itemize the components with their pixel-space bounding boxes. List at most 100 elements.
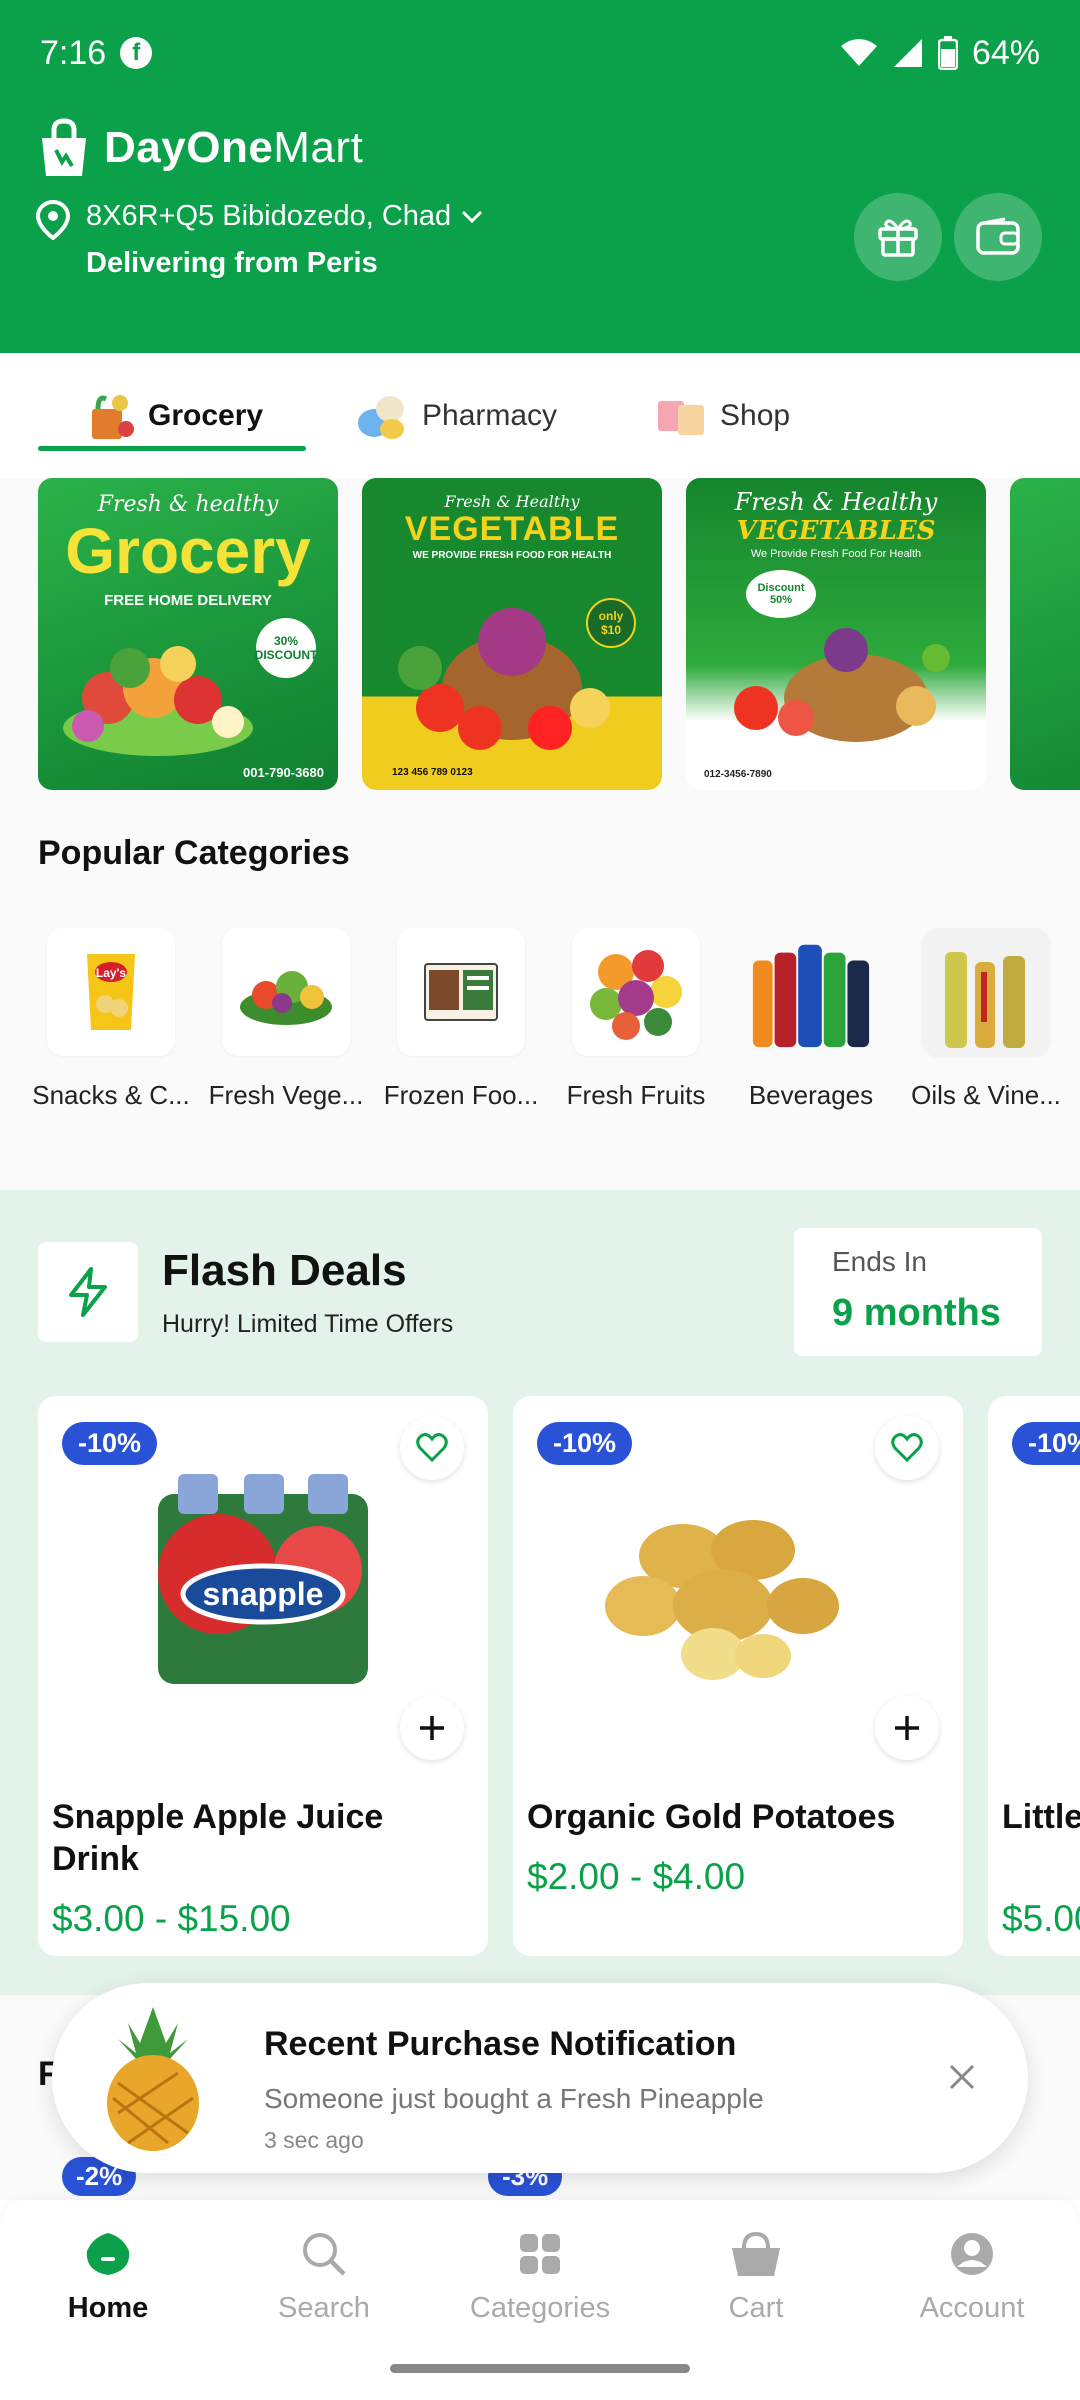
- product-name: Snapple Apple Juice Drink: [52, 1798, 384, 1878]
- category-fresh-fruits[interactable]: Fresh Fruits: [551, 928, 721, 1111]
- promo-banner-vegetable[interactable]: Fresh & Healthy VEGETABLE WE PROVIDE FRE…: [362, 478, 662, 790]
- product-card[interactable]: -10% Organic Gold Potatoes $2.00 - $4.00: [513, 1396, 963, 1956]
- pineapple-image: [107, 2007, 199, 2151]
- gesture-bar: [390, 2364, 690, 2373]
- flash-deals-title: Flash Deals: [162, 1246, 407, 1295]
- banner-sub: WE PROVIDE FRESH FOOD FOR HEALTH: [412, 550, 612, 561]
- nav-cart[interactable]: Cart: [656, 2224, 856, 2325]
- account-icon: [951, 2233, 993, 2275]
- category-oils-vinegar[interactable]: Oils & Vine...: [901, 928, 1071, 1111]
- product-card[interactable]: -10% Little Chip $5.00: [988, 1396, 1080, 1956]
- active-tab-indicator: [38, 446, 306, 451]
- tab-pharmacy-label: Pharmacy: [422, 399, 558, 432]
- banner-badge: only $10: [586, 598, 636, 648]
- countdown-box: Ends In 9 months: [794, 1228, 1042, 1356]
- nav-categories[interactable]: Categories: [440, 2224, 640, 2325]
- brand-name-bold: DayOne: [104, 123, 274, 172]
- chips-icon: Lay's: [87, 954, 135, 1030]
- tab-shop-label: Shop: [720, 399, 791, 432]
- banner-headline: Grocery: [65, 515, 311, 587]
- category-label: Fresh Vege...: [208, 1080, 364, 1110]
- tab-grocery-label: Grocery: [148, 399, 264, 432]
- banner-tagline: Fresh & Healthy: [734, 488, 938, 516]
- tab-pharmacy[interactable]: Pharmacy: [356, 383, 557, 449]
- category-snacks[interactable]: Lay's Snacks & C...: [26, 928, 196, 1111]
- location-pin-icon: [36, 200, 70, 240]
- favorite-button[interactable]: [400, 1416, 464, 1480]
- vegetable-basket-image: [63, 646, 253, 756]
- ends-in-label: Ends In: [832, 1246, 927, 1277]
- wallet-button[interactable]: [954, 193, 1042, 281]
- banner-phone: 123 456 789 0123: [392, 767, 473, 778]
- category-label: Fresh Fruits: [566, 1080, 706, 1110]
- promo-banner-grocery[interactable]: Fresh & healthy Grocery FREE HOME DELIVE…: [38, 478, 338, 790]
- close-notification-button[interactable]: [940, 2055, 984, 2099]
- banner-sub: We Provide Fresh Food For Health: [750, 548, 922, 560]
- nav-label: Cart: [728, 2292, 784, 2324]
- nav-home[interactable]: Home: [8, 2224, 208, 2325]
- battery-icon: [937, 36, 958, 70]
- gift-button[interactable]: [854, 193, 942, 281]
- promo-banner-vegetables[interactable]: Fresh & Healthy VEGETABLES We Provide Fr…: [686, 478, 986, 790]
- category-label: Frozen Foo...: [383, 1080, 539, 1110]
- notification-message: Someone just bought a Fresh Pineapple: [264, 2083, 764, 2114]
- nav-search[interactable]: Search: [224, 2224, 424, 2325]
- brand-name-light: Mart: [273, 123, 364, 172]
- vegetable-basket-image: [734, 628, 950, 742]
- product-price: $3.00 - $15.00: [52, 1898, 291, 1939]
- heart-icon: [416, 1433, 448, 1463]
- banner-phone: 012-3456-7890: [704, 769, 772, 780]
- recent-purchase-notification[interactable]: Recent Purchase Notification Someone jus…: [52, 1983, 1028, 2173]
- notification-time: 3 sec ago: [264, 2127, 364, 2153]
- banner-badge: 30% DISCOUNT: [255, 618, 317, 678]
- product-card[interactable]: -10% snapple Snapple Apple Juice Drink $…: [38, 1396, 488, 1956]
- flash-deals-section: Flash Deals Hurry! Limited Time Offers E…: [0, 1190, 1080, 1995]
- location-selector[interactable]: 8X6R+Q5 Bibidozedo, Chad Delivering from…: [36, 200, 483, 280]
- flash-icon-box: [38, 1242, 138, 1342]
- nav-label: Search: [278, 2292, 370, 2324]
- heart-icon: [891, 1433, 923, 1463]
- product-image: snapple: [158, 1474, 368, 1684]
- product-price: $5.00: [1002, 1898, 1080, 1939]
- favorite-button[interactable]: [875, 1416, 939, 1480]
- category-fresh-vegetables[interactable]: Fresh Vege...: [201, 928, 371, 1111]
- battery-percent: 64%: [971, 33, 1040, 72]
- delivering-from: Delivering from Peris: [86, 247, 378, 279]
- section-title: Popular Categories: [38, 834, 350, 872]
- promo-banner-partial[interactable]: [1010, 478, 1080, 790]
- fruits-icon: [590, 950, 682, 1040]
- discount-badge: -10%: [62, 1422, 158, 1465]
- banner-phone: 001-790-3680: [243, 765, 324, 780]
- tab-shop[interactable]: Shop: [656, 383, 790, 449]
- add-to-cart-button[interactable]: [400, 1696, 464, 1760]
- shopping-bag-icon: [42, 118, 86, 176]
- store-tabs: Grocery Pharmacy Shop: [0, 353, 1080, 477]
- nav-account[interactable]: Account: [872, 2224, 1072, 2325]
- tab-grocery[interactable]: Grocery: [88, 383, 263, 449]
- popular-categories-section: Popular Categories Lay's Snacks & C... F…: [0, 792, 1080, 1190]
- grocery-bag-icon: [92, 395, 134, 439]
- category-beverages[interactable]: Beverages: [726, 928, 896, 1111]
- facebook-icon: f: [120, 37, 153, 69]
- banner-headline: VEGETABLE: [404, 510, 620, 548]
- flash-deals-subtitle: Hurry! Limited Time Offers: [162, 1310, 454, 1338]
- beverages-icon: [752, 944, 870, 1048]
- shopping-bags-icon: [658, 401, 704, 435]
- wallet-icon: [976, 217, 1020, 255]
- gift-icon: [878, 219, 918, 257]
- category-label: Oils & Vine...: [911, 1080, 1061, 1110]
- chevron-down-icon: [462, 210, 483, 223]
- nav-label: Categories: [469, 2292, 611, 2324]
- add-to-cart-button[interactable]: [875, 1696, 939, 1760]
- brand-logo: DayOneMart: [36, 118, 363, 178]
- category-frozen-food[interactable]: Frozen Foo...: [376, 928, 546, 1111]
- notification-title: Recent Purchase Notification: [264, 2025, 737, 2063]
- plus-icon: [895, 1716, 919, 1740]
- banner-sub: FREE HOME DELIVERY: [104, 592, 272, 609]
- delivery-address: 8X6R+Q5 Bibidozedo, Chad: [86, 200, 452, 232]
- svg-text:Lay's: Lay's: [96, 966, 127, 980]
- app-header: 7:16 f 64% DayOneMart 8X6R+Q5 Bibidozedo…: [0, 0, 1080, 353]
- plus-icon: [420, 1716, 444, 1740]
- category-label: Beverages: [748, 1080, 874, 1110]
- promo-banner-carousel[interactable]: Fresh & healthy Grocery FREE HOME DELIVE…: [0, 478, 1080, 792]
